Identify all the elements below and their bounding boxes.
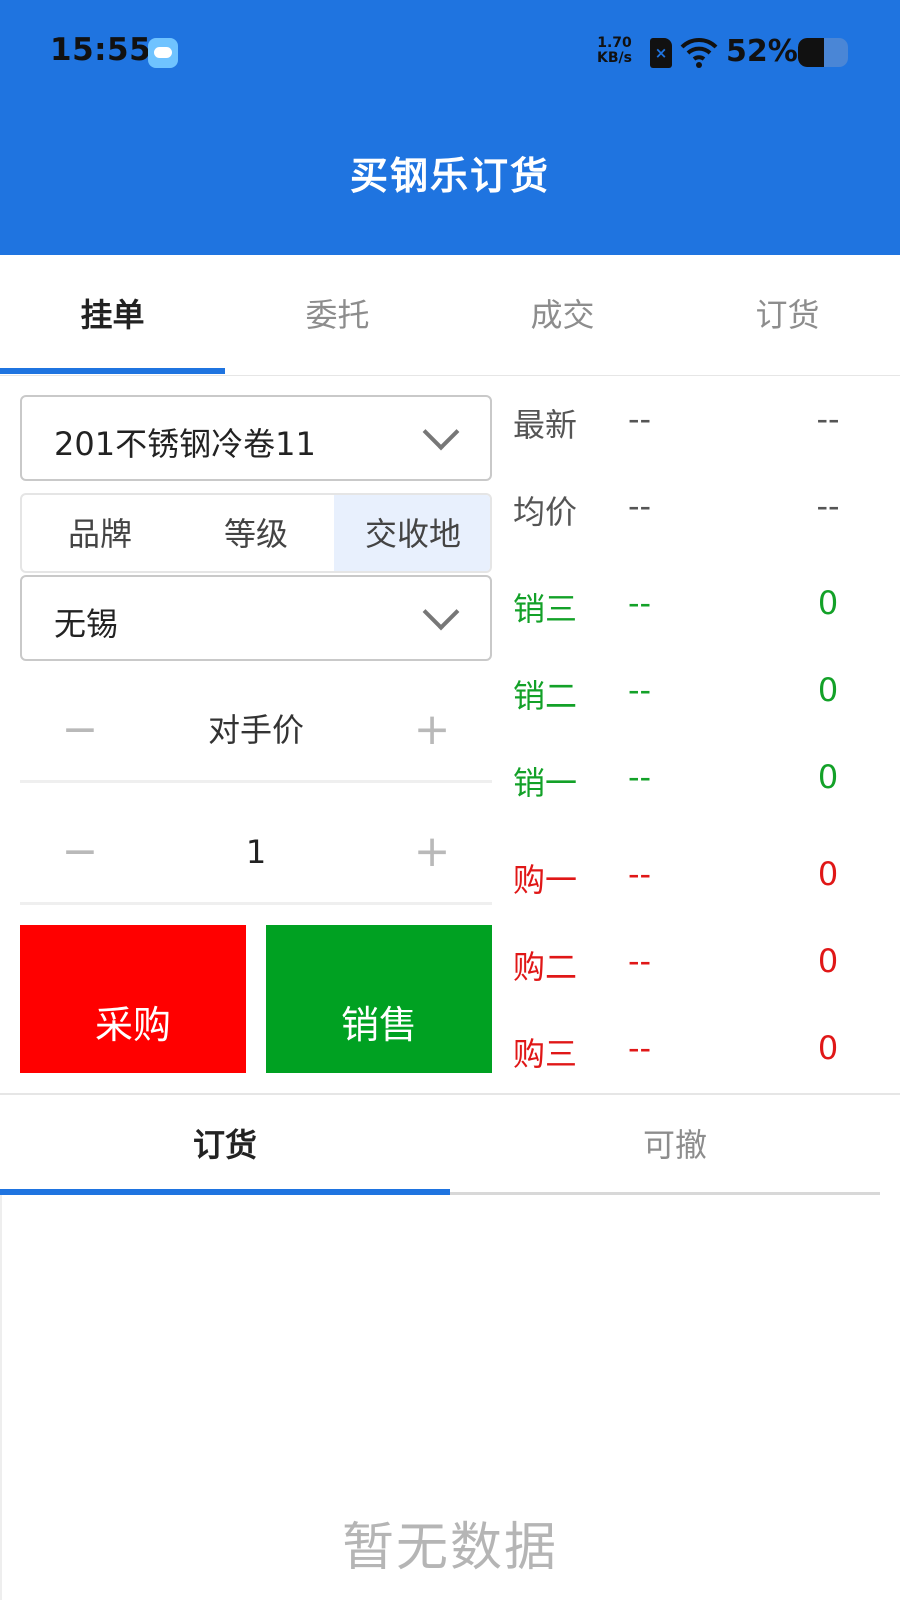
- quote-price: --: [628, 400, 652, 438]
- sell-button[interactable]: 销售: [266, 925, 492, 1073]
- quote-price: --: [628, 855, 652, 893]
- quantity-value[interactable]: 1: [140, 802, 372, 902]
- price-increase-button[interactable]: +: [372, 680, 492, 780]
- filter-segmented-control: 品牌 等级 交收地: [20, 493, 492, 573]
- tab-divider: [450, 1192, 880, 1195]
- quote-volume: 0: [817, 942, 839, 980]
- buy-button[interactable]: 采购: [20, 925, 246, 1073]
- quote-volume: 0: [817, 671, 839, 709]
- chevron-down-icon: [422, 413, 460, 451]
- tab-orders[interactable]: 订货: [675, 255, 900, 375]
- active-tab-indicator: [0, 1189, 450, 1195]
- segment-delivery-location[interactable]: 交收地: [334, 495, 490, 571]
- chevron-down-icon: [422, 593, 460, 631]
- quote-volume: --: [816, 487, 840, 525]
- quantity-stepper: − 1 +: [20, 802, 492, 905]
- quote-price: --: [628, 758, 652, 796]
- quote-row-buy-3[interactable]: 购三 -- 0: [513, 1029, 883, 1089]
- quote-row-buy-2[interactable]: 购二 -- 0: [513, 942, 883, 1002]
- quantity-increase-button[interactable]: +: [372, 802, 492, 902]
- quote-row-latest: 最新 -- --: [513, 400, 883, 460]
- wifi-icon: [680, 37, 718, 68]
- quote-label: 最新: [513, 406, 578, 444]
- quote-price: --: [628, 584, 652, 622]
- active-tab-indicator: [0, 368, 225, 374]
- quote-row-average: 均价 -- --: [513, 487, 883, 547]
- app-header: 15:55 1.70 KB/s × 52% 买钢乐订货: [0, 0, 900, 255]
- quote-volume: 0: [817, 855, 839, 893]
- quote-label: 购三: [513, 1035, 578, 1073]
- segment-brand[interactable]: 品牌: [22, 495, 178, 571]
- empty-state-text: 暂无数据: [341, 1518, 558, 1578]
- quote-price: --: [628, 1029, 652, 1067]
- quote-label: 购二: [513, 948, 578, 986]
- quote-price: --: [628, 487, 652, 525]
- product-select[interactable]: 201不锈钢冷卷11: [20, 395, 492, 481]
- quote-label: 均价: [513, 493, 578, 531]
- quote-volume: --: [816, 400, 840, 438]
- status-bar: 15:55 1.70 KB/s × 52%: [0, 0, 900, 110]
- tab-order-list[interactable]: 订货: [0, 1095, 450, 1195]
- quote-label: 销一: [513, 764, 578, 802]
- tab-pending-orders[interactable]: 挂单: [0, 255, 225, 375]
- tab-entrusted[interactable]: 委托: [225, 255, 450, 375]
- quote-row-sell-2[interactable]: 销二 -- 0: [513, 671, 883, 731]
- quote-row-sell-1[interactable]: 销一 -- 0: [513, 758, 883, 818]
- quantity-decrease-button[interactable]: −: [20, 802, 140, 902]
- status-time: 15:55: [50, 32, 152, 68]
- battery-level-fill: [798, 38, 824, 67]
- quote-price: --: [628, 671, 652, 709]
- price-stepper: − 对手价 +: [20, 680, 492, 783]
- quote-label: 购一: [513, 861, 578, 899]
- battery-percent: 52%: [726, 34, 798, 69]
- network-speed-value: 1.70: [597, 35, 632, 51]
- price-value[interactable]: 对手价: [140, 680, 372, 780]
- quote-row-buy-1[interactable]: 购一 -- 0: [513, 855, 883, 915]
- weather-icon: [148, 38, 178, 68]
- product-select-value: 201不锈钢冷卷11: [54, 425, 316, 463]
- quote-label: 销三: [513, 590, 578, 628]
- quote-volume: 0: [817, 1029, 839, 1067]
- quote-volume: 0: [817, 584, 839, 622]
- segment-grade[interactable]: 等级: [178, 495, 334, 571]
- quote-volume: 0: [817, 758, 839, 796]
- quote-label: 销二: [513, 677, 578, 715]
- page-title: 买钢乐订货: [349, 154, 550, 198]
- sim-card-icon: ×: [650, 38, 672, 68]
- location-select-value: 无锡: [54, 605, 119, 643]
- network-speed-unit: KB/s: [597, 50, 632, 66]
- price-decrease-button[interactable]: −: [20, 680, 140, 780]
- quote-price: --: [628, 942, 652, 980]
- top-tab-bar: 挂单 委托 成交 订货: [0, 255, 900, 376]
- tab-cancellable[interactable]: 可撤: [450, 1095, 900, 1195]
- location-select[interactable]: 无锡: [20, 575, 492, 661]
- quote-row-sell-3[interactable]: 销三 -- 0: [513, 584, 883, 644]
- tab-deals[interactable]: 成交: [450, 255, 675, 375]
- battery-icon: [798, 38, 848, 67]
- network-speed: 1.70 KB/s: [597, 36, 632, 66]
- bottom-tab-bar: 订货 可撤: [0, 1093, 900, 1195]
